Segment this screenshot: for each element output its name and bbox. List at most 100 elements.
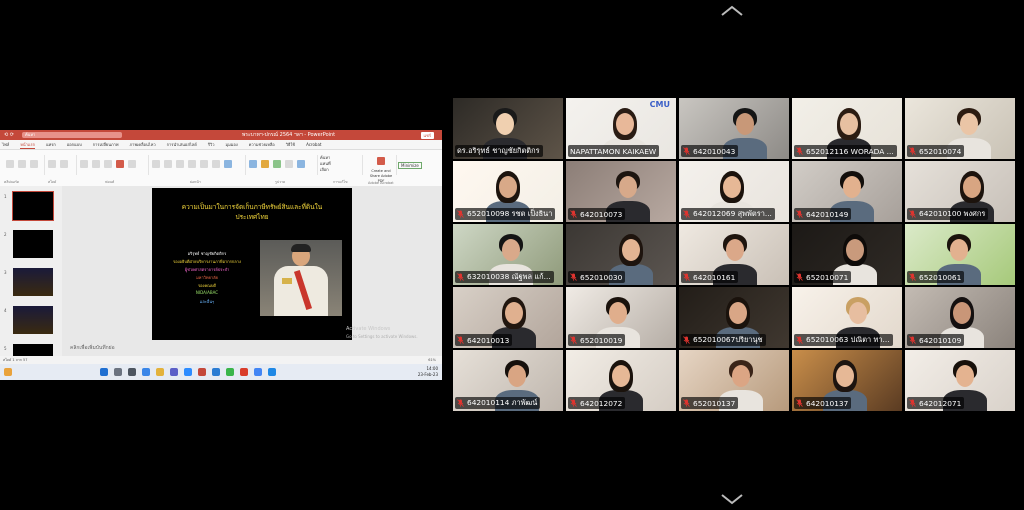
participant-tile[interactable]: 642010109 [905,287,1015,348]
editing-label: การแก้ไข [333,180,348,184]
ribbon-tab[interactable]: แทรก [46,141,56,148]
word-icon[interactable] [212,368,220,376]
notes-pane[interactable]: คลิกเพื่อเพิ่มบันทึกย่อ [70,344,115,352]
participant-tile[interactable]: ดร.อริรุทธ์ ชาญชัยกิตติกร [453,98,563,159]
participant-name-tag: NAPATTAMON KAIKAEW [568,145,660,157]
zoom-level[interactable]: 61% [428,358,436,362]
teams-icon[interactable] [170,368,178,376]
presenter-line: NIDA/ABAC [195,290,219,295]
presenter-line: อริรุทธ์ ชาญชัยกิตติกร [187,251,227,256]
participant-tile[interactable]: 652010071 [792,224,902,285]
ribbon-tab[interactable]: Acrobat [306,142,321,147]
participant-name: 652010071 [806,272,849,282]
participant-tile[interactable]: 642010137 [792,350,902,411]
participant-tile[interactable]: 652012116 WORADA ... [792,98,902,159]
participant-tile[interactable]: 642010161 [679,224,789,285]
participant-name: 652010098 รชต เป็งธินา [467,209,553,218]
participant-name: 652012116 WORADA ... [806,146,894,156]
ribbon-group-editing[interactable]: ค้นหา แทนที่ เลือก [320,155,363,175]
ribbon-group-clipboard[interactable] [4,155,45,175]
ribbon-tab[interactable]: ไฟล์ [2,141,9,148]
ribbon-group-slides[interactable] [46,155,77,175]
participant-tile[interactable]: 652010030 [566,224,676,285]
search-icon[interactable] [114,368,122,376]
start-icon[interactable] [100,368,108,376]
scroll-down-button[interactable] [718,492,746,506]
zoom-app-icon[interactable] [184,368,192,376]
participant-tile[interactable]: 652010061 [905,224,1015,285]
participant-face [960,113,978,135]
participant-name: 642010043 [693,146,736,156]
watermark-title: Activate Windows [346,326,391,332]
ribbon-group-paragraph[interactable] [150,155,246,175]
powerpoint-titlebar: ⟲ ⟳ ค้นหา พระบาทฯ-ปกรณ์ 2564 ฯลฯ - Power… [0,130,442,140]
participant-name-tag: 642010137 [794,397,852,409]
ribbon-tab[interactable]: ความช่วยเหลือ [249,141,275,148]
edge-icon[interactable] [268,368,276,376]
ribbon-tab[interactable]: การเปลี่ยนภาพ [93,141,119,148]
participant-tile[interactable]: 642012069 สุพพัตรา... [679,161,789,222]
slide-thumbnail[interactable] [13,306,53,334]
participant-tile[interactable]: 642012071 [905,350,1015,411]
ribbon-tab[interactable]: ภาพเคลื่อนไหว [130,141,156,148]
chrome-icon[interactable] [254,368,262,376]
minimize-tooltip: Minimize [398,162,422,169]
participant-tile[interactable]: 642012072 [566,350,676,411]
ribbon-tab[interactable]: วิธีใช้ [286,141,295,148]
taskbar-clock[interactable]: 14:00 23-Feb-23 [418,366,438,378]
participant-tile[interactable]: 642010013 [453,287,563,348]
participant-tile[interactable]: 652010019 [566,287,676,348]
pdf-icon [377,157,385,165]
ribbon-group-drawing[interactable] [247,155,318,175]
select-command[interactable]: เลือก [320,167,362,173]
participant-tile[interactable]: 652010063 ปณิตา ทา... [792,287,902,348]
participant-name: 642010161 [693,272,736,282]
participant-face [609,302,627,324]
participant-face [502,239,520,261]
participant-face [622,239,640,261]
participant-tile[interactable]: 642010149 [792,161,902,222]
search-box[interactable]: ค้นหา [21,132,122,138]
share-button[interactable]: แชร์ [420,131,434,139]
ribbon-tab[interactable]: รีวิว [208,141,215,148]
participant-face [499,176,517,198]
ribbon-group-acrobat[interactable]: Create and Share Adobe PDF [366,155,397,183]
ribbon-group-font[interactable] [78,155,149,175]
participant-tile[interactable]: 642010114 ภาพัฒน์ [453,350,563,411]
slide-thumbnail[interactable] [13,230,53,258]
participant-tile[interactable]: CMU NAPATTAMON KAIKAEW [566,98,676,159]
presenter-line: มหาวิทยาลัย [196,275,218,280]
browser-icon[interactable] [142,368,150,376]
participant-tile[interactable]: 652010098 รชต เป็งธินา [453,161,563,222]
ribbon-tab[interactable]: ออกแบบ [67,141,82,148]
participant-face [846,239,864,261]
participant-face [849,302,867,324]
participant-name: 652010030 [580,272,623,282]
mic-muted-icon [570,273,577,281]
ribbon-tab[interactable]: มุมมอง [225,141,237,148]
weather-icon[interactable] [4,368,12,376]
participant-tile[interactable]: 652010137 [679,350,789,411]
task-view-icon[interactable] [128,368,136,376]
folder-icon[interactable] [156,368,164,376]
scroll-up-button[interactable] [718,4,746,18]
participant-tile[interactable]: 642010100 พงศกร [905,161,1015,222]
ribbon-tab[interactable]: การนำเสนอสไลด์ [167,141,197,148]
slide-thumbnail[interactable] [13,268,53,296]
slide-thumbnail[interactable] [12,191,54,221]
line-icon[interactable] [226,368,234,376]
participant-tile[interactable]: 642010073 [566,161,676,222]
shared-screen[interactable]: ⟲ ⟳ ค้นหา พระบาทฯ-ปกรณ์ 2564 ฯลฯ - Power… [0,130,442,380]
participant-tile[interactable]: 652010067ปริยานุช [679,287,789,348]
ribbon-tab[interactable]: หน้าแรก [20,141,36,149]
participant-name-tag: 652010074 [907,145,965,157]
acrobat-icon[interactable] [240,368,248,376]
participant-name-tag: 642012071 [907,397,965,409]
participant-tile[interactable]: 632010038 ณัฐพล แก้... [453,224,563,285]
current-slide[interactable]: ความเป็นมาในการจัดเก็บภาษีทรัพย์สินและที… [152,188,352,340]
participant-tile[interactable]: 642010043 [679,98,789,159]
mic-muted-icon [457,273,464,281]
participant-tile[interactable]: 652010074 [905,98,1015,159]
powerpoint-icon[interactable] [198,368,206,376]
participant-name-tag: 642010114 ภาพัฒน์ [455,397,541,409]
